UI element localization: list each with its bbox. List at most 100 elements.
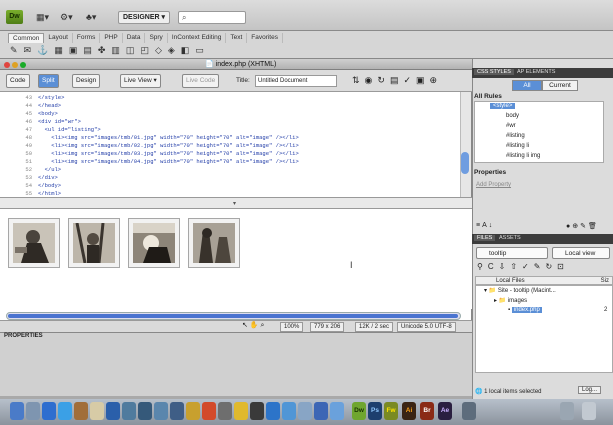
folder-images[interactable]: ▸ 📁 images bbox=[494, 297, 527, 304]
skype-icon[interactable] bbox=[314, 402, 328, 420]
lock-icon[interactable]: ⊕ bbox=[430, 75, 443, 85]
chrome-icon[interactable] bbox=[282, 402, 296, 420]
anchor-icon[interactable]: ⚓ bbox=[37, 45, 48, 56]
zoom-tool-icon[interactable]: ⌕ bbox=[261, 322, 265, 329]
validate-icon[interactable]: ✓ bbox=[403, 75, 416, 85]
code-line[interactable]: <li><img src="images/tmb/03.jpg" width="… bbox=[38, 150, 299, 157]
title-field[interactable]: Untitled Document bbox=[255, 75, 337, 87]
split-divider[interactable]: ▾ bbox=[0, 197, 472, 209]
image-icon[interactable]: ▤ bbox=[83, 45, 92, 56]
code-view-button[interactable]: Code bbox=[6, 74, 30, 88]
preview-icon[interactable]: ◉ bbox=[365, 75, 378, 85]
log-button[interactable]: Log... bbox=[578, 386, 602, 394]
thumbnail-image[interactable] bbox=[128, 218, 180, 268]
split-handle-icon[interactable]: ▾ bbox=[233, 200, 236, 207]
split-view-button[interactable]: Split bbox=[38, 74, 59, 88]
div-icon[interactable]: ▣ bbox=[69, 45, 78, 56]
media-icon[interactable]: ✤ bbox=[98, 45, 106, 56]
fireworks-icon[interactable]: Fw bbox=[384, 402, 398, 420]
time-machine-icon[interactable] bbox=[170, 402, 184, 420]
tab-assets[interactable]: ASSETS bbox=[496, 235, 524, 241]
code-line[interactable]: </div> bbox=[38, 174, 58, 181]
calendar-icon[interactable] bbox=[202, 402, 216, 420]
rule-item[interactable]: #listing bbox=[506, 133, 525, 139]
downloads-stack-icon[interactable] bbox=[462, 402, 476, 420]
bridge-icon[interactable]: Br bbox=[420, 402, 434, 420]
current-button[interactable]: Current bbox=[542, 80, 578, 91]
sticky-icon[interactable] bbox=[186, 402, 200, 420]
live-code-button[interactable]: Live Code bbox=[182, 74, 220, 88]
tab-css-styles[interactable]: CSS STYLES bbox=[474, 69, 514, 75]
sync-icon[interactable]: ↻ bbox=[545, 262, 557, 271]
tab-files[interactable]: FILES bbox=[474, 235, 496, 241]
rule-item[interactable]: #listing li img bbox=[506, 153, 540, 159]
view-select[interactable]: Local view bbox=[552, 247, 610, 259]
documents-stack-icon[interactable] bbox=[560, 402, 574, 420]
address-book-icon[interactable] bbox=[74, 402, 88, 420]
file-management-icon[interactable]: ⇅ bbox=[352, 75, 365, 85]
local-files-header[interactable]: Local Files Siz bbox=[475, 276, 613, 285]
refresh-icon[interactable]: ↻ bbox=[377, 75, 390, 85]
illustrator-icon[interactable]: Ai bbox=[402, 402, 416, 420]
tab-ap-elements[interactable]: AP ELEMENTS bbox=[514, 69, 558, 75]
firefox-icon[interactable] bbox=[266, 402, 280, 420]
tab-text[interactable]: Text bbox=[226, 33, 248, 43]
design-scroll-thumb[interactable] bbox=[8, 314, 458, 318]
expand-icon[interactable]: ⊡ bbox=[557, 262, 569, 271]
mail-icon[interactable] bbox=[42, 402, 56, 420]
zoom-level[interactable]: 100% bbox=[280, 322, 304, 332]
date-icon[interactable]: ▥ bbox=[111, 45, 120, 56]
code-line[interactable]: <li><img src="images/tmb/04.jpg" width="… bbox=[38, 158, 299, 165]
add-property-link[interactable]: Add Property bbox=[476, 182, 511, 188]
thumbnail-image[interactable] bbox=[68, 218, 120, 268]
dreamweaver-icon[interactable]: Dw bbox=[352, 402, 366, 420]
trash-icon[interactable] bbox=[582, 402, 596, 420]
put-files-icon[interactable]: ⇧ bbox=[510, 262, 522, 271]
connect-icon[interactable]: ⚲ bbox=[477, 262, 488, 271]
layout-icon[interactable]: ▦▾ bbox=[36, 11, 49, 23]
hyperlink-icon[interactable]: ✎ bbox=[10, 45, 18, 56]
tab-common[interactable]: Common bbox=[8, 33, 45, 43]
garageband-icon[interactable] bbox=[154, 402, 168, 420]
tag-chooser-icon[interactable]: ▭ bbox=[195, 45, 204, 56]
window-size[interactable]: 779 x 206 bbox=[310, 322, 345, 332]
code-line[interactable]: </head> bbox=[38, 102, 61, 109]
file-index-php[interactable]: ▪ index.php bbox=[508, 307, 542, 313]
tab-favorites[interactable]: Favorites bbox=[247, 33, 283, 43]
ichat-icon[interactable] bbox=[90, 402, 104, 420]
thumbnail-image[interactable] bbox=[188, 218, 240, 268]
new-rule-icon[interactable]: ⊕ bbox=[572, 223, 580, 230]
stickies-icon[interactable] bbox=[234, 402, 248, 420]
zoom-icon[interactable] bbox=[20, 62, 26, 68]
code-line[interactable]: </html> bbox=[38, 190, 61, 197]
browser-check-icon[interactable]: ▣ bbox=[416, 75, 430, 85]
close-icon[interactable] bbox=[4, 62, 10, 68]
site-icon[interactable]: ♣▾ bbox=[86, 11, 96, 23]
edit-rule-icon[interactable]: ✎ bbox=[580, 223, 588, 230]
rule-item[interactable]: #wr bbox=[506, 123, 516, 129]
code-line[interactable]: </ul> bbox=[38, 166, 62, 173]
search-input[interactable]: ⌕ bbox=[178, 11, 246, 24]
delete-rule-icon[interactable]: 🗑 bbox=[588, 223, 599, 230]
code-line[interactable]: <li><img src="images/tmb/01.jpg" width="… bbox=[38, 134, 299, 141]
minimize-icon[interactable] bbox=[12, 62, 18, 68]
dashboard-icon[interactable] bbox=[26, 402, 40, 420]
finder-folder-icon[interactable] bbox=[330, 402, 344, 420]
live-view-button[interactable]: Live View ▾ bbox=[120, 74, 161, 88]
code-line[interactable]: <body> bbox=[38, 110, 58, 117]
rule-item[interactable]: body bbox=[506, 113, 519, 119]
all-button[interactable]: All bbox=[512, 80, 542, 91]
iphoto-icon[interactable] bbox=[122, 402, 136, 420]
tab-incontext-editing[interactable]: InContext Editing bbox=[168, 33, 227, 43]
extend-gear-icon[interactable]: ⚙▾ bbox=[60, 11, 73, 23]
table-icon[interactable]: ▦ bbox=[54, 45, 63, 56]
select-tool-icon[interactable]: ↖ bbox=[242, 322, 248, 329]
comment-icon[interactable]: ◰ bbox=[140, 45, 149, 56]
visual-aids-icon[interactable]: ▤ bbox=[390, 75, 404, 85]
get-files-icon[interactable]: ⇩ bbox=[499, 262, 511, 271]
after-effects-icon[interactable]: Ae bbox=[438, 402, 452, 420]
refresh-files-icon[interactable]: C bbox=[488, 262, 499, 271]
imovie-icon[interactable] bbox=[138, 402, 152, 420]
email-link-icon[interactable]: ✉ bbox=[24, 45, 32, 56]
code-line[interactable]: <ul id="listing"> bbox=[38, 126, 101, 133]
